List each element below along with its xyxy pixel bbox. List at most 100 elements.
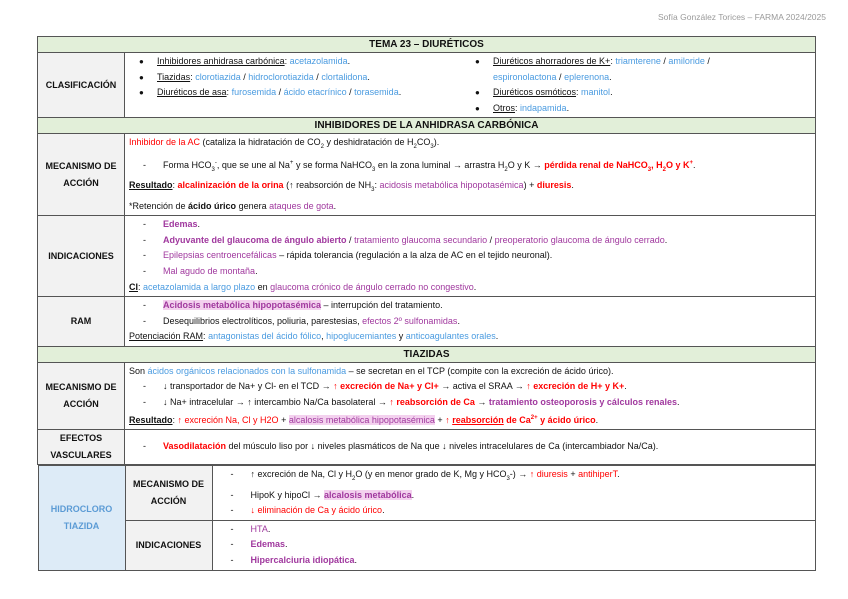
text-line: - Desequilibrios electrolíticos, poliuria… <box>129 314 811 330</box>
text-line: Son ácidos orgánicos relacionados con la… <box>129 364 811 380</box>
text-run: ↑ excreción Na, Cl y H2O <box>177 414 279 425</box>
text-run: . <box>367 71 370 82</box>
bullet-icon: ● <box>139 88 144 98</box>
text-run: ↑ diuresis <box>529 469 568 480</box>
text-run: *Retención de <box>129 200 189 211</box>
text-run: ↑ excreción de Na, Cl y H <box>250 469 353 480</box>
bullet-icon: ● <box>139 57 144 66</box>
page-header: Sofía González Torices – FARMA 2024/2025 <box>657 12 826 22</box>
text-line: - Epilepsias centroencefálicas – rápida t… <box>129 248 811 264</box>
text-run: . <box>398 87 402 98</box>
text-run: ↑ excreción de Na+ y Cl+ <box>333 381 439 392</box>
text-run: + <box>434 414 446 425</box>
text-run: O y K → <box>507 159 545 170</box>
text-run: diuresis <box>536 180 572 191</box>
text-run: ↑ excreción de H+ y K+ <box>526 381 625 392</box>
text-run: preoperatorio glaucoma de ángulo cerrado <box>494 234 665 245</box>
classification-right: ● Diuréticos ahorradores de K+: triamtere… <box>475 54 811 116</box>
text-run: ácido úrico <box>188 200 237 211</box>
text-run: anticoagulantes orales <box>405 331 496 342</box>
text-run: efectos 2º sulfonamidas <box>362 315 458 326</box>
text-run: indapamida <box>520 102 567 113</box>
page-title: TEMA 23 – DIURÉTICOS <box>37 36 816 53</box>
text-run: Forma HCO <box>163 159 212 170</box>
text-line: Resultado: ↑ excreción Na, Cl y H2O + al… <box>129 411 811 429</box>
bullet-icon: ● <box>475 88 480 98</box>
text-line: - Edemas. <box>217 537 811 553</box>
text-run: antihiperT <box>578 469 618 480</box>
text-run: y <box>396 331 406 342</box>
dash-marker: - <box>230 505 234 516</box>
text-run: Otros <box>493 102 516 113</box>
text-run: Diuréticos ahorradores de K+ <box>493 56 611 66</box>
dash-marker: - <box>143 265 146 276</box>
text-run: . <box>354 555 358 566</box>
text-line: ● Diuréticos ahorradores de K+: triamtere… <box>475 54 811 70</box>
text-run: . <box>595 414 599 425</box>
text-run: clortalidona <box>321 71 368 82</box>
label-hct-indicaciones: INDICACIONES <box>124 519 213 571</box>
text-run: Mal agudo de montaña <box>163 265 256 276</box>
text-run: acetazolamida <box>289 56 348 66</box>
text-run: Epilepsias centroencefálicas <box>163 250 277 261</box>
text-run: . <box>609 71 612 82</box>
text-run: y se forma NaHCO <box>293 159 372 170</box>
text-run: . <box>457 315 460 326</box>
label-mecanismo: MECANISMO DE ACCIÓN <box>37 133 125 217</box>
text-run: / <box>556 71 565 82</box>
text-run: HipoK y hipoCl → <box>250 489 325 500</box>
text-run: . <box>197 219 201 230</box>
text-run: 2+ <box>530 414 538 421</box>
text-run: reabsorción <box>452 414 504 425</box>
text-run: – se secretan en el TCP (compite con la … <box>346 365 614 376</box>
text-run: . <box>495 331 499 342</box>
ac-indications: - Edemas. - Adyuvante del glaucoma de ángul… <box>124 215 816 298</box>
text-line: - Mal agudo de montaña. <box>129 264 811 280</box>
text-run: – interrupción del tratamiento. <box>321 300 443 311</box>
text-run: CI <box>129 281 138 292</box>
text-run: Son <box>129 365 148 376</box>
text-run: . <box>566 102 570 113</box>
text-run: espironolactona <box>493 71 557 82</box>
text-run: CO <box>416 137 431 148</box>
dash-marker: - <box>143 250 146 261</box>
text-line: - ↓ eliminación de Ca y ácido úrico. <box>217 503 811 519</box>
dash-marker: - <box>143 234 146 245</box>
dash-marker: - <box>230 555 234 566</box>
text-line: - ↓ transportador de Na+ y Cl- en el TCD … <box>129 379 811 395</box>
text-run: . <box>255 265 258 276</box>
dash-marker: - <box>143 397 146 408</box>
text-run: . <box>693 159 696 170</box>
text-run: ácidos orgánicos relacionados con la sul… <box>147 365 347 376</box>
tz-mechanism: Son ácidos orgánicos relacionados con la… <box>124 361 816 431</box>
text-run: torasemida <box>354 87 399 98</box>
text-run: . <box>473 281 477 292</box>
text-run: / <box>704 56 710 66</box>
ac-ram: - Acidosis metabólica hipopotasémica – in… <box>124 296 816 347</box>
text-run: Vasodilatación <box>163 441 227 452</box>
text-run: Acidosis metabólica hipopotasémica <box>163 300 322 311</box>
text-run: de Ca <box>503 414 531 425</box>
bullet-icon: ● <box>475 57 480 66</box>
text-line: Inhibidor de la AC (cataliza la hidratac… <box>129 135 811 155</box>
text-run: alcalosis metabólica <box>324 489 412 500</box>
text-line: ● Otros: indapamida. <box>475 101 811 117</box>
text-run: Potenciación RAM <box>129 331 204 342</box>
text-run: . <box>610 87 613 98</box>
label-efectos-vasculares: EFECTOS VASCULARES <box>37 429 125 466</box>
text-run: / <box>276 87 284 98</box>
text-run: . <box>676 397 680 408</box>
text-line: - Hipercalciuria idiopática. <box>217 553 811 569</box>
dash-marker: - <box>230 469 234 480</box>
text-run: , que se une al Na <box>216 159 290 170</box>
dash-marker: - <box>143 441 146 452</box>
section-tiazidas: TIAZIDAS <box>37 345 816 363</box>
bullet-icon: ● <box>139 72 144 82</box>
text-line: ● Diuréticos osmóticos: manitol. <box>475 85 811 101</box>
text-run: Adyuvante del glaucoma de ángulo abierto <box>163 234 347 245</box>
label-hidroclorotiazida: HIDROCLORO TIAZIDA <box>37 465 126 571</box>
text-line: ● Diuréticos de asa: furosemida / ácido e… <box>139 85 475 101</box>
label-indicaciones: INDICACIONES <box>37 215 125 298</box>
text-run: pérdida renal de NaHCO <box>544 159 648 170</box>
text-run: (cataliza la hidratación de CO <box>200 137 321 148</box>
